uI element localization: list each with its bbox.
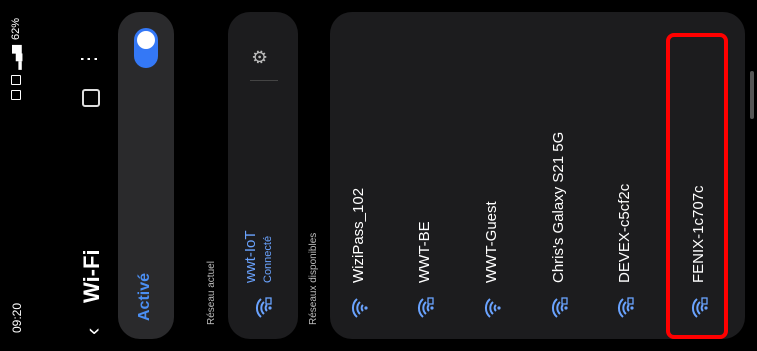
more-options-icon[interactable]: ⋮ [76,51,101,69]
wifi-lock-icon [252,297,274,319]
qr-code-icon[interactable] [82,89,100,107]
current-network-card[interactable]: wwt-IoT Connecté ⚙ [228,12,298,339]
signal-icon: ▂▄▆ [10,45,22,70]
mute-icon [10,74,21,85]
phone-screen: 09:20 ▂▄▆ 62% ‹ Wi-Fi ⋮ Activé Réseau ac… [0,0,757,351]
network-item[interactable]: WiziPass_102 [330,12,390,339]
status-time: 09:20 [10,302,24,333]
notification-icon [10,89,21,100]
chevron-left-icon[interactable]: ‹ [80,328,106,335]
highlight-box [666,33,728,339]
gear-icon[interactable]: ⚙ [250,49,271,65]
toggle-knob [137,31,155,49]
scrollbar[interactable] [750,71,754,119]
wifi-toggle[interactable] [134,28,158,68]
current-status: Connecté [262,235,274,283]
network-name: WiziPass_102 [350,187,367,283]
header: ‹ Wi-Fi ⋮ [34,0,124,351]
network-name: DEVEX-c5cf2c [616,183,633,283]
battery-level: 62% [9,18,22,41]
network-item[interactable]: Chris's Galaxy S21 5G [530,12,590,339]
status-icons: ▂▄▆ 62% [9,18,22,100]
available-networks-label: Réseaux disponibles [308,232,319,325]
wifi-lock-icon [548,297,570,319]
current-network-label: Réseau actuel [206,261,217,325]
wifi-icon [348,297,370,319]
current-ssid: wwt-IoT [242,230,259,284]
wifi-toggle-label: Activé [136,272,153,321]
screenshot: 09:20 ▂▄▆ 62% ‹ Wi-Fi ⋮ Activé Réseau ac… [0,0,757,351]
network-name: WWT-BE [416,221,433,283]
network-name: WWT-Guest [483,201,500,283]
wifi-toggle-card[interactable]: Activé [118,12,174,339]
network-name: Chris's Galaxy S21 5G [550,131,567,283]
network-item[interactable]: WWT-Guest [463,12,523,339]
wifi-lock-icon [414,297,436,319]
network-item[interactable]: WWT-BE [396,12,456,339]
wifi-lock-icon [614,297,636,319]
page-title: Wi-Fi [79,249,104,303]
divider [250,80,278,81]
wifi-icon [481,297,503,319]
status-bar: 09:20 ▂▄▆ 62% [0,0,34,351]
network-item[interactable]: DEVEX-c5cf2c [596,12,656,339]
